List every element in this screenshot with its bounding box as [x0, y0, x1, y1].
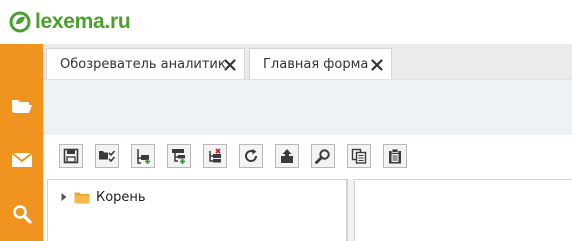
leaf-logo-icon [9, 11, 31, 33]
tab-main-form[interactable]: Главная форма [249, 48, 392, 79]
sidebar [0, 44, 43, 241]
sidebar-item-search[interactable] [0, 194, 43, 234]
tree-panel: Корень [47, 179, 347, 241]
close-icon[interactable] [370, 58, 384, 72]
tab-label: Главная форма [263, 56, 369, 72]
app-header: lexema.ru [0, 0, 572, 44]
logo-text: lexema.ru [35, 10, 131, 33]
add-item-button[interactable] [131, 144, 155, 168]
select-items-icon [99, 150, 116, 163]
export-icon [281, 149, 293, 163]
find-button[interactable] [311, 144, 335, 168]
sidebar-item-folders[interactable] [0, 86, 43, 126]
close-icon[interactable] [223, 58, 237, 72]
export-button[interactable] [275, 144, 299, 168]
envelope-icon [10, 152, 33, 167]
find-icon [315, 149, 330, 164]
tree-node-root[interactable]: Корень [60, 189, 146, 205]
toolbar [43, 135, 572, 179]
add-child-button[interactable] [167, 144, 191, 168]
save-icon [63, 148, 79, 164]
expand-arrow-icon[interactable] [60, 192, 68, 202]
panel-splitter[interactable] [347, 179, 355, 241]
search-icon [12, 205, 32, 224]
tab-bar: Обозреватель аналитик Главная форма [43, 44, 572, 79]
paste-button[interactable] [383, 144, 407, 168]
folder-icon [74, 192, 90, 203]
copy-icon [351, 148, 367, 164]
form-header-band [43, 79, 572, 135]
save-button[interactable] [59, 144, 83, 168]
sidebar-item-mail[interactable] [0, 140, 43, 180]
tab-label: Обозреватель аналитик [60, 56, 226, 72]
add-item-icon [137, 149, 150, 164]
tab-analytics-browser[interactable]: Обозреватель аналитик [46, 48, 245, 79]
select-items-button[interactable] [95, 144, 119, 168]
add-child-icon [172, 149, 185, 164]
tree-node-label: Корень [96, 189, 146, 205]
refresh-button[interactable] [239, 144, 263, 168]
detail-panel [355, 179, 572, 241]
folder-open-icon [11, 100, 32, 113]
delete-item-button[interactable] [203, 144, 227, 168]
delete-item-icon [209, 148, 221, 163]
copy-button[interactable] [347, 144, 371, 168]
paste-icon [389, 148, 401, 164]
refresh-icon [245, 149, 258, 162]
lexema-logo[interactable]: lexema.ru [8, 9, 131, 35]
